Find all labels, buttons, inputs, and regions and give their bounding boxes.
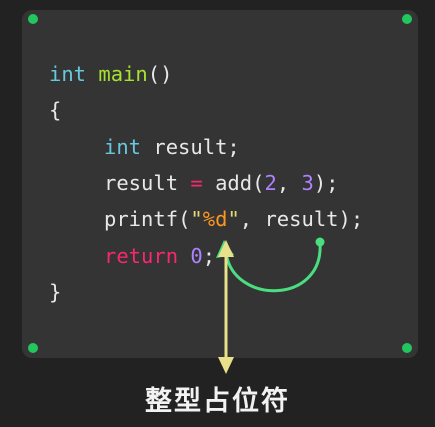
- diagram-canvas: int main() { int result; result = add(2,…: [0, 0, 435, 427]
- caption-label: 整型占位符: [145, 386, 290, 417]
- annotation-arrows: [216, 237, 325, 374]
- green-arrow-tail-dot: [315, 237, 325, 247]
- green-curve-arrow: [224, 241, 322, 293]
- yellow-arrowhead-bottom: [218, 357, 234, 374]
